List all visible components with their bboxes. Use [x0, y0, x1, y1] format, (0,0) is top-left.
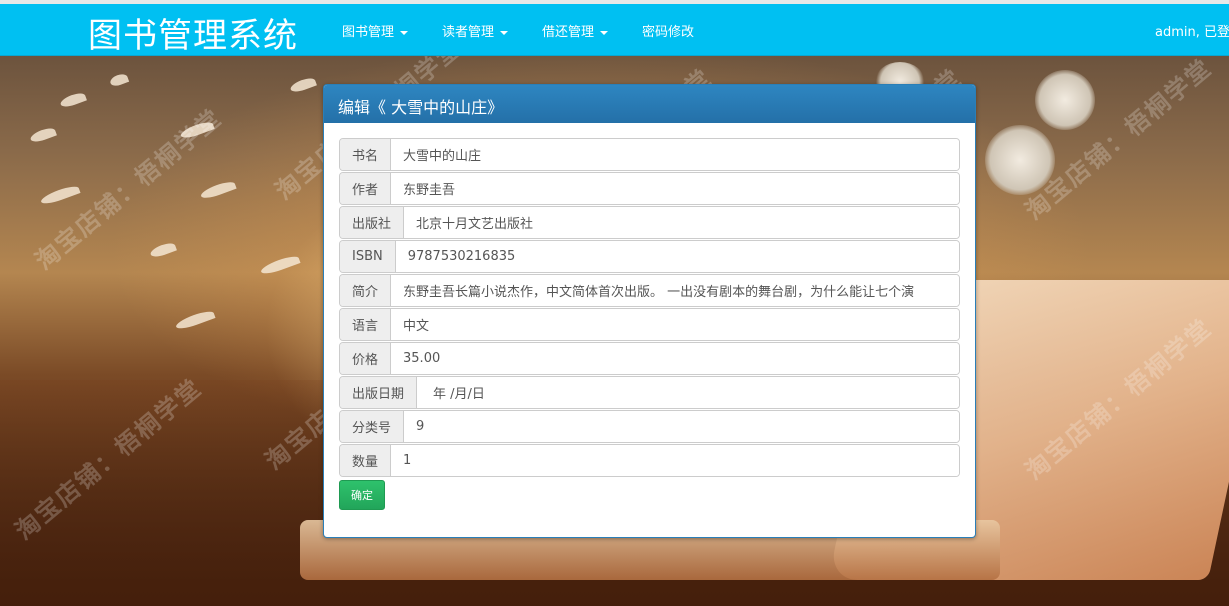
nav-menu-books[interactable]: 图书管理 [342, 21, 409, 40]
edit-book-panel: 编辑《 大雪中的山庄》 书名 大雪中的山庄 作者 东野圭吾 出版社 北京十月文艺… [323, 84, 976, 538]
title-input[interactable]: 大雪中的山庄 [391, 139, 959, 170]
field-label: 简介 [340, 275, 392, 306]
field-row-quantity: 数量 1 [339, 444, 960, 477]
price-input[interactable]: 35.00 [391, 343, 959, 374]
nav-menu-books-label: 图书管理 [342, 25, 395, 40]
logged-in-user[interactable]: admin, 已登录 [1155, 21, 1229, 40]
introduction-input[interactable]: 东野圭吾长篇小说杰作，中文简体首次出版。 一出没有剧本的舞台剧，为什么能让七个演 [391, 275, 959, 306]
bird-shape [289, 75, 317, 95]
nav-menu-borrow-return-label: 借还管理 [542, 25, 595, 40]
author-input[interactable]: 东野圭吾 [391, 173, 959, 204]
nav-menu-change-password[interactable]: 密码修改 [642, 21, 694, 40]
app-brand[interactable]: 图书管理系统 [88, 8, 298, 57]
quantity-input[interactable]: 1 [391, 445, 959, 476]
publisher-input[interactable]: 北京十月文艺出版社 [404, 207, 959, 238]
field-row-pub-date: 出版日期 年 /月/日 [339, 376, 960, 409]
class-number-input[interactable]: 9 [404, 411, 959, 442]
field-row-publisher: 出版社 北京十月文艺出版社 [339, 206, 960, 239]
field-label: 价格 [340, 343, 392, 374]
paper-rose-image [1035, 70, 1095, 130]
language-input[interactable]: 中文 [391, 309, 959, 340]
bird-shape [174, 308, 216, 332]
bird-shape [108, 72, 130, 88]
field-row-author: 作者 东野圭吾 [339, 172, 960, 205]
field-row-price: 价格 35.00 [339, 342, 960, 375]
isbn-input[interactable]: 9787530216835 [395, 241, 959, 272]
field-row-class-number: 分类号 9 [339, 410, 960, 443]
nav-menu-change-password-label: 密码修改 [642, 25, 695, 40]
field-row-isbn: ISBN 9787530216835 [339, 240, 960, 273]
field-label: 数量 [340, 445, 392, 476]
field-label: 语言 [340, 309, 392, 340]
caret-down-icon [600, 30, 609, 35]
submit-button[interactable]: 确定 [339, 480, 385, 510]
field-label: 书名 [340, 139, 392, 170]
field-label: 作者 [340, 173, 392, 204]
nav-menu-borrow-return[interactable]: 借还管理 [542, 21, 609, 40]
bird-shape [59, 90, 87, 110]
panel-title: 编辑《 大雪中的山庄》 [324, 85, 975, 123]
bird-shape [149, 240, 177, 260]
edit-book-form: 书名 大雪中的山庄 作者 东野圭吾 出版社 北京十月文艺出版社 ISBN 978… [324, 123, 975, 510]
bird-shape [199, 179, 237, 201]
bird-shape [259, 253, 301, 277]
field-row-title: 书名 大雪中的山庄 [339, 138, 960, 171]
field-row-introduction: 简介 东野圭吾长篇小说杰作，中文简体首次出版。 一出没有剧本的舞台剧，为什么能让… [339, 274, 960, 307]
field-label: 出版社 [340, 207, 405, 238]
field-row-language: 语言 中文 [339, 308, 960, 341]
nav-menu-readers-label: 读者管理 [442, 25, 495, 40]
field-label: 分类号 [340, 411, 405, 442]
field-label: ISBN [340, 241, 396, 272]
bird-shape [29, 125, 57, 145]
watermark-text: 淘宝店铺：梧桐学堂 [29, 103, 228, 276]
top-navbar: 图书管理系统 图书管理 读者管理 借还管理 密码修改 admin, 已登录 [0, 0, 1229, 56]
nav-menu-readers[interactable]: 读者管理 [442, 21, 509, 40]
caret-down-icon [500, 30, 509, 35]
caret-down-icon [400, 30, 409, 35]
pub-date-input[interactable]: 年 /月/日 [417, 377, 959, 408]
bird-shape [39, 183, 81, 207]
field-label: 出版日期 [340, 377, 418, 408]
